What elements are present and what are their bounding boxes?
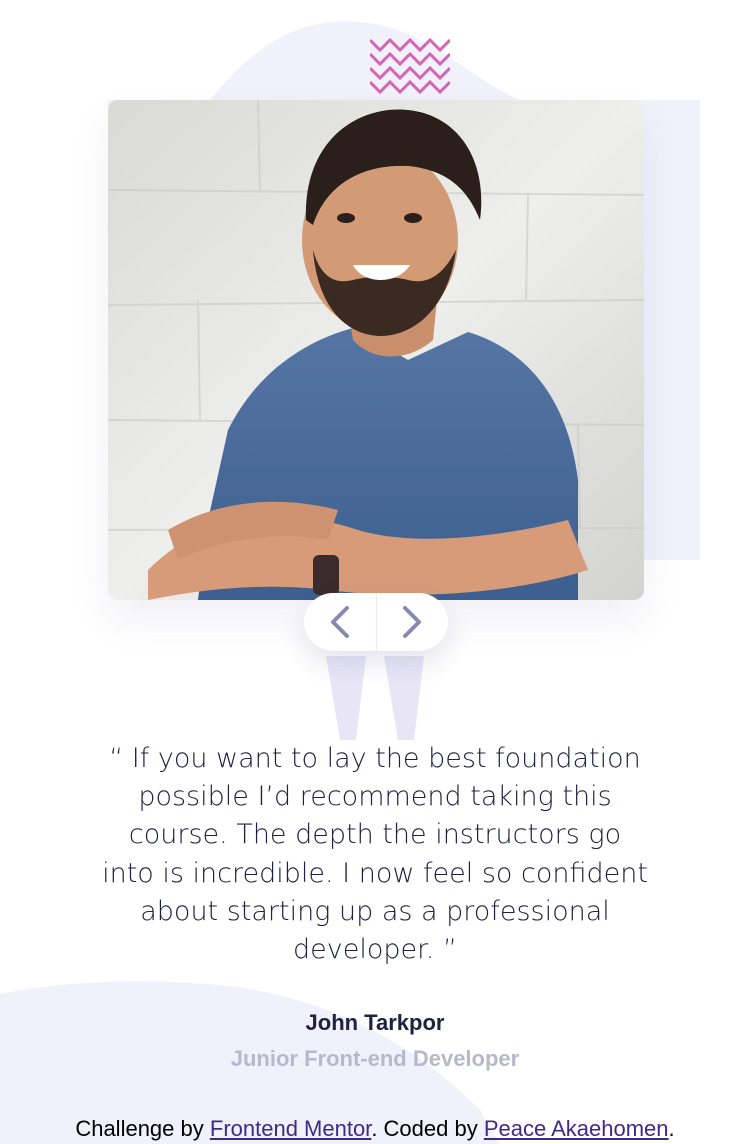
chevron-right-icon	[403, 606, 422, 638]
attribution-prefix: Challenge by	[75, 1116, 210, 1141]
author-link[interactable]: Peace Akaehomen	[484, 1116, 669, 1141]
next-button[interactable]	[377, 593, 449, 651]
chevron-left-icon	[330, 606, 349, 638]
attribution-suffix: .	[668, 1116, 675, 1141]
attribution: Challenge by Frontend Mentor. Coded by P…	[0, 1113, 750, 1144]
author-role: Junior Front-end Developer	[230, 1046, 520, 1071]
zigzag-pattern-icon	[370, 37, 450, 95]
testimonial-quote: “ If you want to lay the best foundation…	[102, 743, 648, 966]
previous-button[interactable]	[304, 593, 376, 651]
frontend-mentor-link[interactable]: Frontend Mentor	[210, 1116, 371, 1141]
quote-mark-icon	[326, 656, 424, 740]
slider-navigation	[304, 593, 448, 651]
author-name: John Tarkpor	[305, 1010, 445, 1035]
testimonial-photo	[108, 100, 644, 600]
attribution-middle: . Coded by	[371, 1116, 484, 1141]
